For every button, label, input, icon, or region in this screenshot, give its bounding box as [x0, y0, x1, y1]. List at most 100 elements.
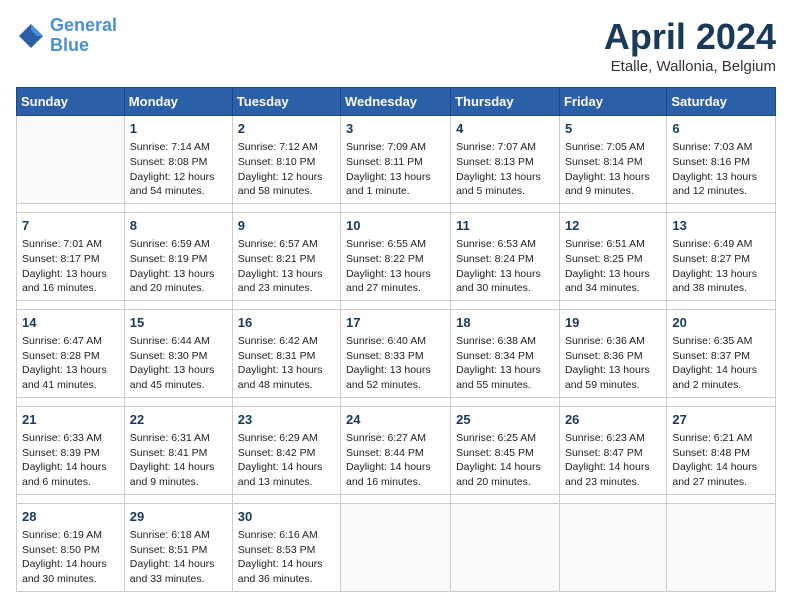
- day-info: Sunrise: 6:40 AM Sunset: 8:33 PM Dayligh…: [346, 334, 445, 393]
- day-info: Sunrise: 6:25 AM Sunset: 8:45 PM Dayligh…: [456, 431, 554, 490]
- calendar-cell: [341, 503, 451, 591]
- day-number: 6: [672, 120, 770, 138]
- day-number: 30: [238, 508, 335, 526]
- calendar-cell: 27 Sunrise: 6:21 AM Sunset: 8:48 PM Dayli…: [667, 406, 776, 494]
- calendar-cell: 12 Sunrise: 6:51 AM Sunset: 8:25 PM Dayli…: [559, 212, 666, 300]
- day-number: 12: [565, 217, 661, 235]
- column-header-friday: Friday: [559, 88, 666, 116]
- day-info: Sunrise: 6:27 AM Sunset: 8:44 PM Dayligh…: [346, 431, 445, 490]
- calendar-cell: 23 Sunrise: 6:29 AM Sunset: 8:42 PM Dayli…: [232, 406, 340, 494]
- calendar-cell: 9 Sunrise: 6:57 AM Sunset: 8:21 PM Daylig…: [232, 212, 340, 300]
- column-header-sunday: Sunday: [17, 88, 125, 116]
- month-title: April 2024: [604, 16, 776, 58]
- week-divider: [17, 300, 776, 309]
- day-info: Sunrise: 6:47 AM Sunset: 8:28 PM Dayligh…: [22, 334, 119, 393]
- day-number: 1: [130, 120, 227, 138]
- calendar-cell: 28 Sunrise: 6:19 AM Sunset: 8:50 PM Dayli…: [17, 503, 125, 591]
- day-number: 28: [22, 508, 119, 526]
- title-block: April 2024 Etalle, Wallonia, Belgium: [604, 16, 776, 75]
- day-info: Sunrise: 6:53 AM Sunset: 8:24 PM Dayligh…: [456, 237, 554, 296]
- column-header-tuesday: Tuesday: [232, 88, 340, 116]
- calendar-header-row: SundayMondayTuesdayWednesdayThursdayFrid…: [17, 88, 776, 116]
- day-number: 17: [346, 314, 445, 332]
- day-info: Sunrise: 6:38 AM Sunset: 8:34 PM Dayligh…: [456, 334, 554, 393]
- column-header-saturday: Saturday: [667, 88, 776, 116]
- day-info: Sunrise: 6:59 AM Sunset: 8:19 PM Dayligh…: [130, 237, 227, 296]
- day-number: 27: [672, 411, 770, 429]
- day-info: Sunrise: 6:36 AM Sunset: 8:36 PM Dayligh…: [565, 334, 661, 393]
- calendar-cell: 5Sunrise: 7:05 AM Sunset: 8:14 PM Daylig…: [559, 116, 666, 204]
- day-number: 7: [22, 217, 119, 235]
- day-info: Sunrise: 6:19 AM Sunset: 8:50 PM Dayligh…: [22, 528, 119, 587]
- day-info: Sunrise: 7:07 AM Sunset: 8:13 PM Dayligh…: [456, 140, 554, 199]
- day-number: 25: [456, 411, 554, 429]
- day-number: 23: [238, 411, 335, 429]
- day-info: Sunrise: 6:44 AM Sunset: 8:30 PM Dayligh…: [130, 334, 227, 393]
- day-number: 29: [130, 508, 227, 526]
- calendar-cell: 3Sunrise: 7:09 AM Sunset: 8:11 PM Daylig…: [341, 116, 451, 204]
- day-number: 10: [346, 217, 445, 235]
- calendar-cell: 29 Sunrise: 6:18 AM Sunset: 8:51 PM Dayli…: [124, 503, 232, 591]
- day-info: Sunrise: 7:09 AM Sunset: 8:11 PM Dayligh…: [346, 140, 445, 199]
- calendar-week-2: 7 Sunrise: 7:01 AM Sunset: 8:17 PM Daylig…: [17, 212, 776, 300]
- calendar-cell: 18 Sunrise: 6:38 AM Sunset: 8:34 PM Dayli…: [451, 309, 560, 397]
- day-number: 9: [238, 217, 335, 235]
- day-info: Sunrise: 6:33 AM Sunset: 8:39 PM Dayligh…: [22, 431, 119, 490]
- day-number: 18: [456, 314, 554, 332]
- location-subtitle: Etalle, Wallonia, Belgium: [604, 58, 776, 75]
- day-info: Sunrise: 6:51 AM Sunset: 8:25 PM Dayligh…: [565, 237, 661, 296]
- calendar-cell: 16 Sunrise: 6:42 AM Sunset: 8:31 PM Dayli…: [232, 309, 340, 397]
- day-info: Sunrise: 7:14 AM Sunset: 8:08 PM Dayligh…: [130, 140, 227, 199]
- calendar-table: SundayMondayTuesdayWednesdayThursdayFrid…: [16, 87, 776, 592]
- day-number: 16: [238, 314, 335, 332]
- calendar-cell: 22Sunrise: 6:31 AM Sunset: 8:41 PM Dayli…: [124, 406, 232, 494]
- calendar-cell: 24 Sunrise: 6:27 AM Sunset: 8:44 PM Dayli…: [341, 406, 451, 494]
- page-header: General Blue April 2024 Etalle, Wallonia…: [16, 16, 776, 75]
- calendar-week-5: 28 Sunrise: 6:19 AM Sunset: 8:50 PM Dayli…: [17, 503, 776, 591]
- day-info: Sunrise: 7:03 AM Sunset: 8:16 PM Dayligh…: [672, 140, 770, 199]
- day-number: 14: [22, 314, 119, 332]
- calendar-cell: 19 Sunrise: 6:36 AM Sunset: 8:36 PM Dayli…: [559, 309, 666, 397]
- day-number: 19: [565, 314, 661, 332]
- day-info: Sunrise: 6:18 AM Sunset: 8:51 PM Dayligh…: [130, 528, 227, 587]
- day-info: Sunrise: 7:12 AM Sunset: 8:10 PM Dayligh…: [238, 140, 335, 199]
- calendar-cell: 13Sunrise: 6:49 AM Sunset: 8:27 PM Dayli…: [667, 212, 776, 300]
- calendar-cell: 2 Sunrise: 7:12 AM Sunset: 8:10 PM Daylig…: [232, 116, 340, 204]
- day-number: 21: [22, 411, 119, 429]
- week-divider: [17, 397, 776, 406]
- logo-text: General Blue: [50, 16, 117, 56]
- calendar-cell: 25 Sunrise: 6:25 AM Sunset: 8:45 PM Dayli…: [451, 406, 560, 494]
- calendar-cell: [667, 503, 776, 591]
- day-number: 13: [672, 217, 770, 235]
- day-info: Sunrise: 6:21 AM Sunset: 8:48 PM Dayligh…: [672, 431, 770, 490]
- logo-icon: [16, 21, 46, 51]
- day-number: 2: [238, 120, 335, 138]
- day-number: 8: [130, 217, 227, 235]
- day-info: Sunrise: 7:01 AM Sunset: 8:17 PM Dayligh…: [22, 237, 119, 296]
- day-info: Sunrise: 6:29 AM Sunset: 8:42 PM Dayligh…: [238, 431, 335, 490]
- column-header-monday: Monday: [124, 88, 232, 116]
- logo: General Blue: [16, 16, 117, 56]
- calendar-cell: 4 Sunrise: 7:07 AM Sunset: 8:13 PM Daylig…: [451, 116, 560, 204]
- day-info: Sunrise: 6:23 AM Sunset: 8:47 PM Dayligh…: [565, 431, 661, 490]
- calendar-cell: 6 Sunrise: 7:03 AM Sunset: 8:16 PM Daylig…: [667, 116, 776, 204]
- day-number: 4: [456, 120, 554, 138]
- day-number: 24: [346, 411, 445, 429]
- day-number: 11: [456, 217, 554, 235]
- calendar-week-1: 1 Sunrise: 7:14 AM Sunset: 8:08 PM Daylig…: [17, 116, 776, 204]
- day-info: Sunrise: 6:57 AM Sunset: 8:21 PM Dayligh…: [238, 237, 335, 296]
- calendar-cell: 30Sunrise: 6:16 AM Sunset: 8:53 PM Dayli…: [232, 503, 340, 591]
- week-divider: [17, 203, 776, 212]
- day-info: Sunrise: 6:42 AM Sunset: 8:31 PM Dayligh…: [238, 334, 335, 393]
- day-info: Sunrise: 6:35 AM Sunset: 8:37 PM Dayligh…: [672, 334, 770, 393]
- day-number: 26: [565, 411, 661, 429]
- column-header-thursday: Thursday: [451, 88, 560, 116]
- calendar-week-4: 21 Sunrise: 6:33 AM Sunset: 8:39 PM Dayli…: [17, 406, 776, 494]
- day-number: 15: [130, 314, 227, 332]
- calendar-cell: 7 Sunrise: 7:01 AM Sunset: 8:17 PM Daylig…: [17, 212, 125, 300]
- day-info: Sunrise: 6:55 AM Sunset: 8:22 PM Dayligh…: [346, 237, 445, 296]
- day-info: Sunrise: 7:05 AM Sunset: 8:14 PM Dayligh…: [565, 140, 661, 199]
- calendar-cell: 10 Sunrise: 6:55 AM Sunset: 8:22 PM Dayli…: [341, 212, 451, 300]
- calendar-cell: 17 Sunrise: 6:40 AM Sunset: 8:33 PM Dayli…: [341, 309, 451, 397]
- calendar-cell: 11 Sunrise: 6:53 AM Sunset: 8:24 PM Dayli…: [451, 212, 560, 300]
